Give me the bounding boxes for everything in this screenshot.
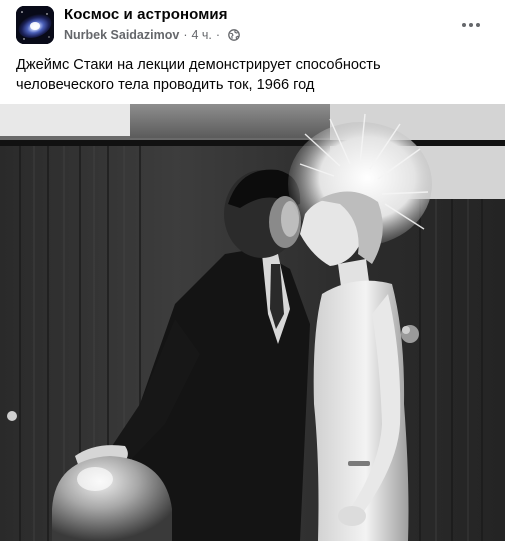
post-photo[interactable]	[0, 104, 505, 541]
historic-photo-kiss-electricity	[0, 104, 505, 541]
author-name-link[interactable]: Nurbek Saidazimov	[64, 28, 179, 42]
post-meta: Nurbek Saidazimov · 4 ч. ·	[64, 28, 240, 42]
globe-icon[interactable]	[228, 29, 240, 41]
caption-line-2: человеческого тела проводить ток, 1966 г…	[16, 77, 315, 93]
group-avatar[interactable]	[16, 6, 54, 44]
more-options-button[interactable]	[457, 11, 485, 39]
more-horizontal-icon	[462, 23, 480, 27]
galaxy-avatar-image	[16, 6, 54, 44]
post-card: Космос и астрономия Nurbek Saidazimov · …	[0, 0, 505, 541]
meta-separator: ·	[183, 28, 188, 42]
post-caption: Джеймс Стаки на лекции демонстрирует спо…	[16, 55, 486, 95]
post-timestamp[interactable]: 4 ч.	[192, 28, 212, 42]
caption-line-1: Джеймс Стаки на лекции демонстрирует спо…	[16, 57, 381, 73]
post-header: Космос и астрономия Nurbek Saidazimov · …	[0, 0, 505, 50]
meta-separator-2: ·	[215, 28, 221, 42]
group-name-link[interactable]: Космос и астрономия	[64, 6, 228, 23]
